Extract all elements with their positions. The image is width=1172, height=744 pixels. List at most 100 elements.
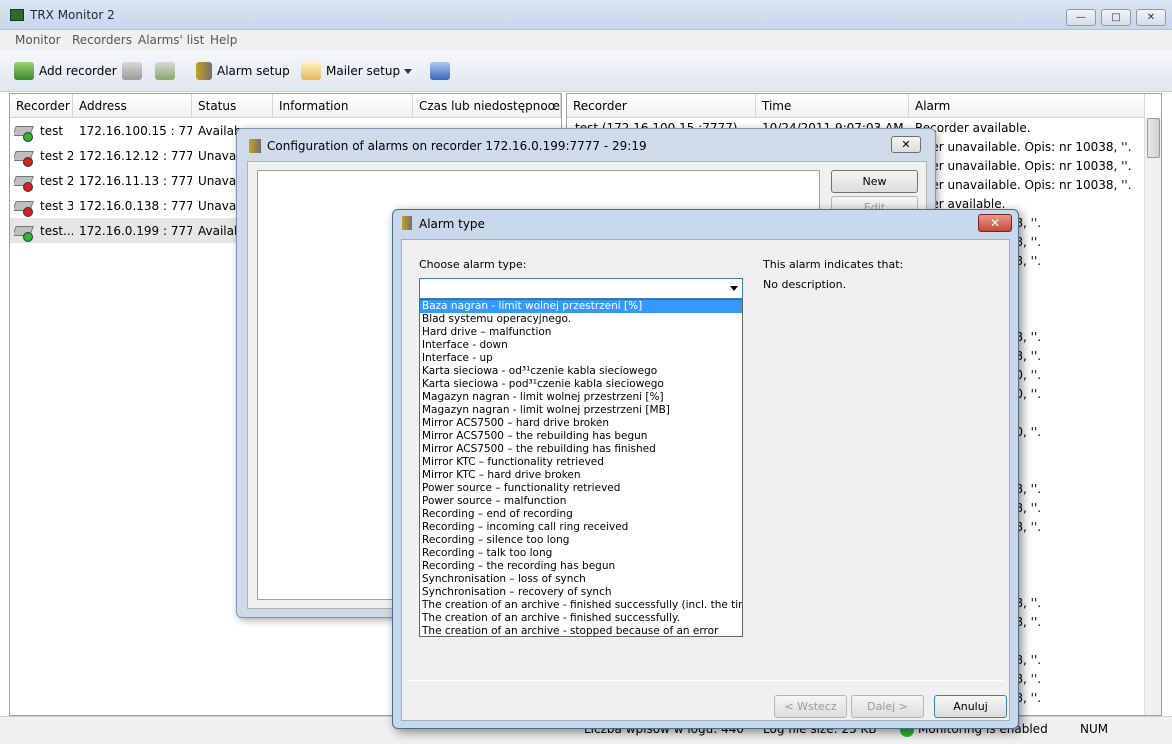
col-log-time[interactable]: Time [756,94,909,118]
mailer-setup-label: Mailer setup [326,64,401,78]
alarm-type-option[interactable]: Recording – talk too long [420,547,742,560]
alarm-type-option[interactable]: Hard drive – malfunction [420,326,742,339]
alarm-type-body: Choose alarm type: This alarm indicates … [401,239,1010,721]
alarm-description: No description. [763,278,847,291]
alarm-type-option[interactable]: Recording – end of recording [420,508,742,521]
app-icon [10,9,24,21]
alarm-type-option[interactable]: Baza nagran - limit wolnej przestrzeni [… [420,300,742,314]
col-address[interactable]: Address [73,94,192,118]
recorder-name: test 3 [40,199,73,213]
indicates-label: This alarm indicates that: [763,258,904,271]
wrench-icon [196,62,212,80]
alarm-type-option[interactable]: Mirror ACS7500 – hard drive broken [420,417,742,430]
recorder-name: test 2 [40,174,73,188]
config-close-button[interactable]: ✕ [891,136,921,153]
alarm-type-option[interactable]: Karta sieciowa - pod³¹czenie kabla sieci… [420,378,742,391]
alarm-type-close-button[interactable]: ✕ [978,214,1012,232]
alarm-type-dialog: Alarm type ✕ Choose alarm type: This ala… [392,209,1019,729]
alarm-type-option[interactable]: Recording – silence too long [420,534,742,547]
recorder-icon [14,149,36,167]
alarm-type-option[interactable]: The creation of an archive - finished su… [420,612,742,625]
remove-recorder-button[interactable] [155,60,175,82]
mailer-setup-button[interactable]: Mailer setup [301,60,400,82]
menu-alarms-list[interactable]: Alarms' list [138,33,204,47]
toolbar: Add recorder Alarm setup Mailer setup [0,50,1172,92]
alarm-type-title: Alarm type [419,217,485,231]
maximize-button[interactable]: □ [1101,9,1131,26]
alarm-type-option[interactable]: Karta sieciowa - od³¹czenie kabla siecio… [420,365,742,378]
scroll-thumb[interactable] [1147,118,1160,158]
config-dialog-title: Configuration of alarms on recorder 172.… [267,139,647,153]
menu-help[interactable]: Help [210,33,237,47]
col-time[interactable]: Czas lub niedostępnoœæ [413,94,561,118]
col-log-alarm[interactable]: Alarm [909,94,1145,118]
wrench-icon [402,216,412,230]
mailer-dropdown-button[interactable] [404,60,412,82]
recorder-name: test... [40,224,73,238]
col-status[interactable]: Status [192,94,273,118]
menu-monitor[interactable]: Monitor [15,33,61,47]
recorder-icon [14,224,36,242]
log-scrollbar[interactable] [1144,118,1161,715]
alarm-type-option[interactable]: Mirror ACS7500 – the rebuilding has fini… [420,443,742,456]
new-alarm-button[interactable]: New [831,170,918,193]
recorder-name: test [40,124,64,138]
alarm-setup-button[interactable]: Alarm setup [196,60,290,82]
col-log-recorder[interactable]: Recorder [567,94,756,118]
alarm-type-option[interactable]: Magazyn nagran - limit wolnej przestrzen… [420,391,742,404]
alarm-type-option[interactable]: Mirror ACS7500 – the rebuilding has begu… [420,430,742,443]
chevron-down-icon [404,68,412,74]
log-alarm-cell: rder unavailable. Opis: nr 10038, ''. [919,178,1132,192]
close-button[interactable]: ✕ [1136,9,1166,26]
alarm-type-select[interactable] [419,278,743,299]
envelope-icon [301,62,321,80]
col-information[interactable]: Information [273,94,413,118]
alarm-type-option[interactable]: Power source – functionality retrieved [420,482,742,495]
alarm-type-option[interactable]: Interface - down [420,339,742,352]
col-recorder[interactable]: Recorder [10,94,73,118]
recorder-icon [14,174,36,192]
log-alarm-cell: rder unavailable. Opis: nr 10038, ''. [919,159,1132,173]
alarm-type-dropdown-list[interactable]: Baza nagran - limit wolnej przestrzeni [… [419,299,743,637]
alarm-type-option[interactable]: Synchronisation – recovery of synch [420,586,742,599]
remove-recorder-icon [155,62,175,80]
num-lock-indicator: NUM [1080,722,1109,736]
log-alarm-cell: rder unavailable. Opis: nr 10038, ''. [919,140,1132,154]
back-button[interactable]: < Wstecz [774,695,847,718]
cancel-button[interactable]: Anuluj [934,695,1007,718]
next-button[interactable]: Dalej > [851,695,924,718]
recorder-address: 172.16.0.138 : 7777 [79,199,192,213]
refresh-button[interactable] [430,60,450,82]
alarm-setup-label: Alarm setup [217,64,290,78]
menu-recorders[interactable]: Recorders [72,33,132,47]
recorder-address: 172.16.100.15 : 7777 [79,124,192,138]
alarm-type-option[interactable]: Synchronisation – loss of synch [420,573,742,586]
recorder-address: 172.16.0.199 : 7777 [79,224,192,238]
recorder-icon [14,199,36,217]
alarm-type-option[interactable]: The creation of an archive - finished su… [420,599,742,612]
edit-recorder-icon [122,62,142,80]
add-recorder-label: Add recorder [39,64,117,78]
recorder-name: test 2 [40,149,73,163]
alarm-type-option[interactable]: Mirror KTC – hard drive broken [420,469,742,482]
app-title: TRX Monitor 2 [30,8,115,22]
add-recorder-icon [14,62,34,80]
alarm-type-option[interactable]: Magazyn nagran - limit wolnej przestrzen… [420,404,742,417]
alarm-type-option[interactable]: Power source – malfunction [420,495,742,508]
minimize-button[interactable]: — [1066,9,1096,26]
menu-bar: Monitor Recorders Alarms' list Help [0,30,1172,50]
alarm-type-option[interactable]: Recording – incoming call ring received [420,521,742,534]
recorder-address: 172.16.12.12 : 7777 [79,149,192,163]
recorder-address: 172.16.11.13 : 7777 [79,174,192,188]
wrench-icon [249,139,261,153]
alarm-type-option[interactable]: Interface - up [420,352,742,365]
choose-alarm-type-label: Choose alarm type: [419,258,527,271]
edit-recorder-button[interactable] [122,60,142,82]
title-bar: TRX Monitor 2 — □ ✕ [0,0,1172,30]
alarm-type-option[interactable]: Recording – the recording has begun [420,560,742,573]
refresh-icon [430,62,450,80]
alarm-type-option[interactable]: Mirror KTC – functionality retrieved [420,456,742,469]
add-recorder-button[interactable]: Add recorder [14,60,117,82]
alarm-type-option[interactable]: Blad systemu operacyjnego. [420,313,742,326]
alarm-type-option[interactable]: The creation of an archive - stopped bec… [420,625,742,636]
